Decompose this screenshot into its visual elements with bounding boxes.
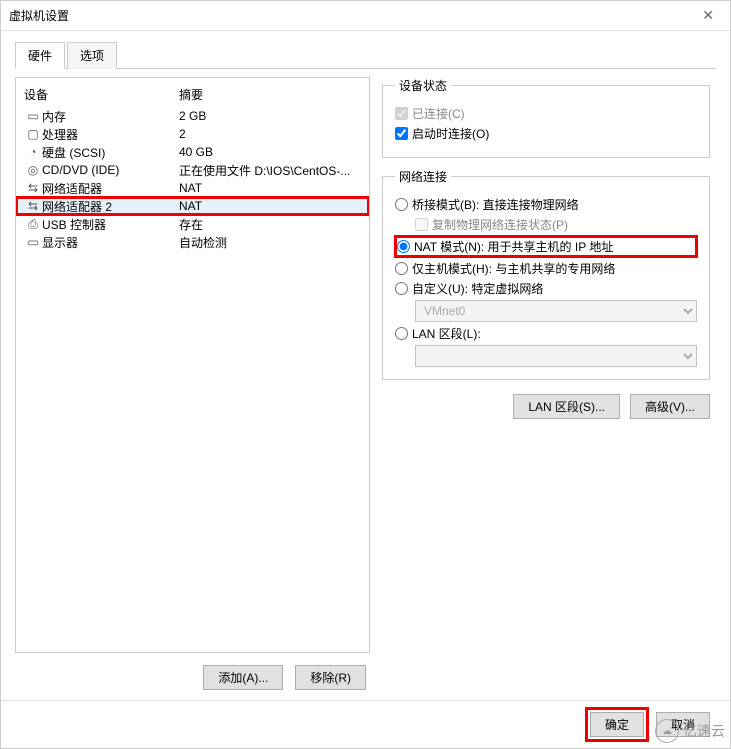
device-name: CD/DVD (IDE) (42, 163, 179, 177)
device-status-legend: 设备状态 (395, 77, 451, 94)
hostonly-radio-row[interactable]: 仅主机模式(H): 与主机共享的专用网络 (395, 260, 697, 277)
device-icon: ⎙ (24, 217, 42, 232)
device-icon: ▢ (24, 127, 42, 141)
replicate-label: 复制物理网络连接状态(P) (432, 216, 568, 233)
device-icon: ▭ (24, 235, 42, 249)
device-icon: ◎ (24, 163, 42, 177)
lan-segment-radio[interactable] (395, 327, 408, 340)
device-name: 内存 (42, 108, 179, 125)
network-connection-group: 网络连接 桥接模式(B): 直接连接物理网络 复制物理网络连接状态(P) NAT… (382, 168, 710, 380)
device-icon: ◔ (24, 145, 42, 159)
lan-segment-radio-row[interactable]: LAN 区段(L): (395, 325, 697, 342)
device-name: 处理器 (42, 126, 179, 143)
remove-button[interactable]: 移除(R) (295, 665, 366, 690)
device-icon: ▭ (24, 109, 42, 123)
device-row[interactable]: ▭内存2 GB (16, 107, 369, 125)
bridged-radio-row[interactable]: 桥接模式(B): 直接连接物理网络 (395, 196, 697, 213)
device-status-group: 设备状态 已连接(C) 启动时连接(O) (382, 77, 710, 158)
device-name: 硬盘 (SCSI) (42, 144, 179, 161)
right-buttons: LAN 区段(S)... 高级(V)... (382, 394, 710, 419)
col-device-header: 设备 (24, 86, 179, 103)
tab-options[interactable]: 选项 (67, 42, 117, 69)
content-area: 硬件 选项 设备 摘要 ▭内存2 GB▢处理器2◔硬盘 (SCSI)40 GB◎… (1, 31, 730, 700)
left-buttons: 添加(A)... 移除(R) (15, 653, 370, 694)
custom-label: 自定义(U): 特定虚拟网络 (412, 280, 543, 297)
lan-segments-button[interactable]: LAN 区段(S)... (513, 394, 620, 419)
cancel-button[interactable]: 取消 (656, 712, 710, 737)
vmnet-select: VMnet0 (415, 300, 697, 322)
replicate-row: 复制物理网络连接状态(P) (415, 216, 697, 233)
connected-checkbox (395, 107, 408, 120)
device-summary: NAT (179, 181, 361, 195)
bridged-radio[interactable] (395, 198, 408, 211)
device-list: 设备 摘要 ▭内存2 GB▢处理器2◔硬盘 (SCSI)40 GB◎CD/DVD… (15, 77, 370, 653)
connected-label: 已连接(C) (412, 105, 465, 122)
device-row[interactable]: ◔硬盘 (SCSI)40 GB (16, 143, 369, 161)
device-name: USB 控制器 (42, 216, 179, 233)
lan-segment-label: LAN 区段(L): (412, 325, 481, 342)
device-row[interactable]: ⎙USB 控制器存在 (16, 215, 369, 233)
window-title: 虚拟机设置 (9, 7, 69, 24)
main-panels: 设备 摘要 ▭内存2 GB▢处理器2◔硬盘 (SCSI)40 GB◎CD/DVD… (15, 69, 716, 694)
connect-poweron-row[interactable]: 启动时连接(O) (395, 125, 697, 142)
nat-radio[interactable] (397, 240, 410, 253)
connected-checkbox-row[interactable]: 已连接(C) (395, 105, 697, 122)
device-summary: 正在使用文件 D:\IOS\CentOS-... (179, 162, 361, 179)
device-summary: 2 GB (179, 109, 361, 123)
device-name: 显示器 (42, 234, 179, 251)
right-panel: 设备状态 已连接(C) 启动时连接(O) 网络连接 桥接模式(B): 直接连接物 (382, 77, 716, 694)
device-list-header: 设备 摘要 (16, 84, 369, 107)
vmnet-select-wrap: VMnet0 (415, 300, 697, 322)
left-panel: 设备 摘要 ▭内存2 GB▢处理器2◔硬盘 (SCSI)40 GB◎CD/DVD… (15, 77, 370, 694)
device-summary: 40 GB (179, 145, 361, 159)
device-row[interactable]: ▭显示器自动检测 (16, 233, 369, 251)
lan-segment-select (415, 345, 697, 367)
ok-button[interactable]: 确定 (590, 712, 644, 737)
device-icon: ⇆ (24, 199, 42, 213)
hostonly-radio[interactable] (395, 262, 408, 275)
nat-radio-row[interactable]: NAT 模式(N): 用于共享主机的 IP 地址 (395, 236, 697, 257)
footer: 确定 取消 (1, 700, 730, 748)
lan-segment-select-wrap (415, 345, 697, 367)
device-name: 网络适配器 (42, 180, 179, 197)
device-row[interactable]: ◎CD/DVD (IDE)正在使用文件 D:\IOS\CentOS-... (16, 161, 369, 179)
device-summary: NAT (179, 199, 361, 213)
custom-radio-row[interactable]: 自定义(U): 特定虚拟网络 (395, 280, 697, 297)
tab-bar: 硬件 选项 (15, 41, 716, 69)
titlebar: 虚拟机设置 ✕ (1, 1, 730, 31)
tab-hardware[interactable]: 硬件 (15, 42, 65, 69)
connect-poweron-checkbox[interactable] (395, 127, 408, 140)
nat-label: NAT 模式(N): 用于共享主机的 IP 地址 (414, 238, 613, 255)
device-name: 网络适配器 2 (42, 198, 179, 215)
device-row[interactable]: ▢处理器2 (16, 125, 369, 143)
add-button[interactable]: 添加(A)... (203, 665, 283, 690)
network-legend: 网络连接 (395, 168, 451, 185)
close-icon[interactable]: ✕ (694, 5, 722, 26)
device-row[interactable]: ⇆网络适配器NAT (16, 179, 369, 197)
bridged-label: 桥接模式(B): 直接连接物理网络 (412, 196, 579, 213)
advanced-button[interactable]: 高级(V)... (630, 394, 710, 419)
connect-poweron-label: 启动时连接(O) (412, 125, 489, 142)
vm-settings-window: 虚拟机设置 ✕ 硬件 选项 设备 摘要 ▭内存2 GB▢处理器2◔硬盘 (SCS… (0, 0, 731, 749)
col-summary-header: 摘要 (179, 86, 361, 103)
custom-radio[interactable] (395, 282, 408, 295)
device-icon: ⇆ (24, 181, 42, 195)
device-summary: 存在 (179, 216, 361, 233)
device-summary: 2 (179, 127, 361, 141)
replicate-checkbox (415, 218, 428, 231)
device-row[interactable]: ⇆网络适配器 2NAT (16, 197, 369, 215)
hostonly-label: 仅主机模式(H): 与主机共享的专用网络 (412, 260, 615, 277)
device-summary: 自动检测 (179, 234, 361, 251)
